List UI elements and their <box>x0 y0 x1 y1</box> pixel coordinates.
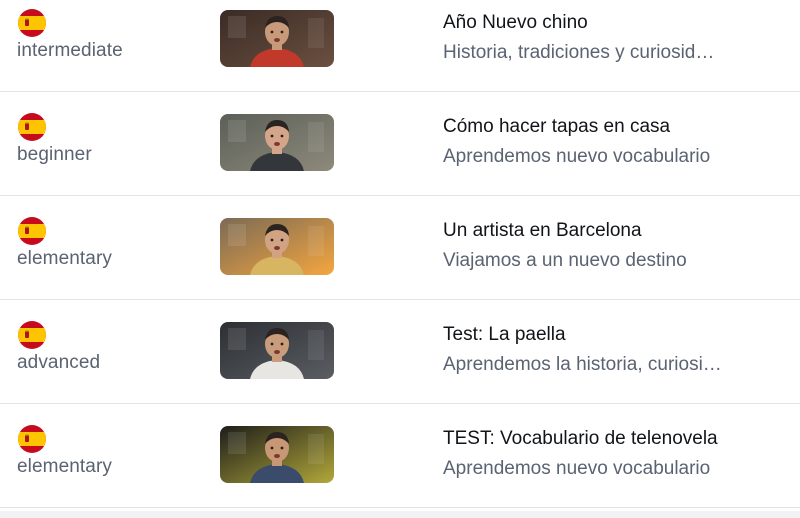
lesson-description: Viajamos a un nuevo destino <box>443 250 687 271</box>
lesson-level: elementary <box>17 248 112 269</box>
lesson-row[interactable]: elementary TEST: Vocabulario de telenove… <box>0 404 800 508</box>
lesson-description: Aprendemos nuevo vocabulario <box>443 146 711 167</box>
lesson-thumbnail[interactable] <box>220 322 334 379</box>
lesson-title: Un artista en Barcelona <box>443 220 642 241</box>
lesson-description: Aprendemos la historia, curiosidades <box>443 354 723 375</box>
lesson-row[interactable]: elementary Un artista en Barcelona Viaja… <box>0 196 800 300</box>
spain-flag-icon <box>18 113 46 141</box>
lesson-description: Historia, tradiciones y curiosidades <box>443 42 723 63</box>
lesson-description: Aprendemos nuevo vocabulario <box>443 458 711 479</box>
lesson-title: Cómo hacer tapas en casa <box>443 116 671 137</box>
lesson-row[interactable]: advanced Test: La paella Aprendemos la h… <box>0 300 800 404</box>
lesson-thumbnail[interactable] <box>220 426 334 483</box>
lesson-thumbnail[interactable] <box>220 114 334 171</box>
lesson-level: advanced <box>17 352 101 373</box>
list-footer-divider <box>0 511 800 518</box>
lesson-thumbnail[interactable] <box>220 10 334 67</box>
lesson-row[interactable]: intermediate Año Nuevo chino Historia, t… <box>0 0 800 92</box>
lesson-level: intermediate <box>17 40 123 61</box>
lesson-title: Test: La paella <box>443 324 566 345</box>
lesson-row[interactable]: beginner Cómo hacer tapas en casa Aprend… <box>0 92 800 196</box>
spain-flag-icon <box>18 217 46 245</box>
lesson-level: beginner <box>17 144 92 165</box>
lesson-thumbnail[interactable] <box>220 218 334 275</box>
spain-flag-icon <box>18 9 46 37</box>
lesson-level: elementary <box>17 456 112 477</box>
spain-flag-icon <box>18 321 46 349</box>
spain-flag-icon <box>18 425 46 453</box>
lesson-title: TEST: Vocabulario de telenovela <box>443 428 718 449</box>
lesson-list: intermediate Año Nuevo chino Historia, t… <box>0 0 800 508</box>
lesson-title: Año Nuevo chino <box>443 12 588 33</box>
